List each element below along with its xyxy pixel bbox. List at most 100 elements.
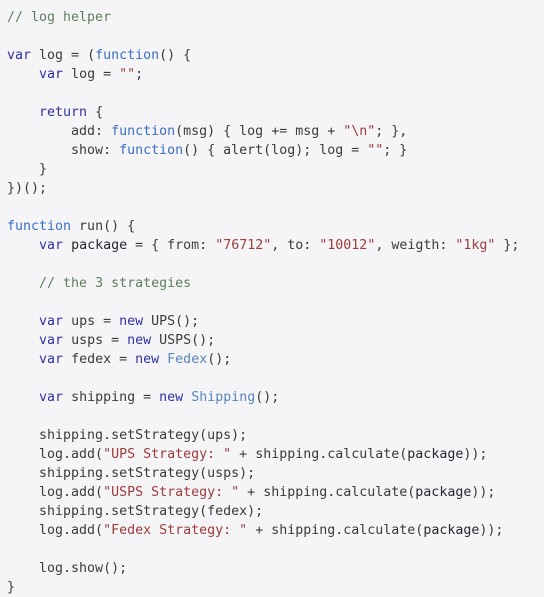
code-token-keyword: return: [39, 105, 88, 120]
code-line: log.show();: [7, 559, 544, 578]
code-line: function run() {: [7, 217, 544, 236]
code-line: }: [7, 578, 544, 597]
code-token-plain: ();: [255, 390, 280, 405]
code-line: shipping.setStrategy(fedex);: [7, 502, 544, 521]
code-token-plain: run() {: [71, 219, 136, 234]
code-token-plain: () { alert(log); log =: [183, 143, 368, 158]
code-token-plain: log = (: [31, 48, 96, 63]
code-token-plain: ; },: [375, 124, 408, 139]
code-token-plain: usps =: [63, 333, 128, 348]
code-line: // the 3 strategies: [7, 274, 544, 293]
code-line: var log = (function() {: [7, 46, 544, 65]
code-token-string: "USPS Strategy: ": [103, 485, 240, 500]
code-token-variable: package: [71, 238, 128, 253]
code-token-plain: = { from:: [127, 238, 216, 253]
code-line: })();: [7, 179, 544, 198]
code-token-plain: shipping.setStrategy(usps);: [7, 466, 256, 481]
code-token-plain: UPS();: [143, 314, 200, 329]
code-token-plain: shipping.setStrategy(fedex);: [7, 504, 264, 519]
code-token-class: Shipping: [191, 390, 256, 405]
code-token-string: "1kg": [455, 238, 496, 253]
code-token-plain: ;: [135, 67, 144, 82]
code-token-plain: + shipping.calculate(: [231, 447, 408, 462]
code-token-plain: ));: [463, 447, 488, 462]
code-line: shipping.setStrategy(usps);: [7, 464, 544, 483]
code-token-string: "Fedex Strategy: ": [103, 523, 248, 538]
code-token-variable: package: [423, 523, 480, 538]
code-token-plain: (msg) { log += msg +: [175, 124, 344, 139]
code-token-plain: log.add(: [7, 485, 104, 500]
code-token-plain: })();: [7, 181, 48, 196]
code-line: log.add("USPS Strategy: " + shipping.cal…: [7, 483, 544, 502]
code-line: log.add("UPS Strategy: " + shipping.calc…: [7, 445, 544, 464]
code-token-string: "10012": [319, 238, 376, 253]
code-token-plain: log =: [63, 67, 120, 82]
code-token-keyword: new: [135, 352, 160, 367]
code-token-plain: ));: [471, 485, 496, 500]
code-token-function: function: [7, 219, 72, 234]
code-line: shipping.setStrategy(ups);: [7, 426, 544, 445]
code-token-string: "": [367, 143, 384, 158]
code-token-plain: ();: [207, 352, 232, 367]
code-token-variable: package: [415, 485, 472, 500]
code-token-function: function: [111, 124, 176, 139]
code-token-keyword: var: [39, 238, 64, 253]
code-listing[interactable]: // log helper var log = (function() { va…: [0, 0, 544, 597]
code-token-plain: }: [7, 580, 16, 595]
code-line: var ups = new UPS();: [7, 312, 544, 331]
code-line: var package = { from: "76712", to: "1001…: [7, 236, 544, 255]
code-token-plain: add:: [7, 124, 112, 139]
code-line: // log helper: [7, 8, 544, 27]
code-token-comment: // log helper: [7, 10, 112, 25]
code-token-string: "\n": [343, 124, 376, 139]
code-token-plain: fedex =: [63, 352, 136, 367]
code-token-plain: }: [7, 162, 48, 177]
code-token-keyword: var: [39, 314, 64, 329]
code-token-plain: log.add(: [7, 523, 104, 538]
code-token-plain: ; }: [383, 143, 408, 158]
code-token-plain: ups =: [63, 314, 120, 329]
code-token-plain: () {: [159, 48, 192, 63]
code-token-keyword: new: [119, 314, 144, 329]
code-token-plain: + shipping.calculate(: [247, 523, 424, 538]
code-token-plain: show:: [7, 143, 120, 158]
code-token-class: Fedex: [167, 352, 208, 367]
code-line: var fedex = new Fedex();: [7, 350, 544, 369]
code-token-comment: // the 3 strategies: [39, 276, 192, 291]
code-line: }: [7, 160, 544, 179]
code-token-keyword: new: [127, 333, 152, 348]
code-token-function: function: [119, 143, 184, 158]
code-token-keyword: new: [159, 390, 184, 405]
code-token-plain: log.show();: [7, 561, 128, 576]
code-token-keyword: var: [39, 67, 64, 82]
code-token-plain: log.add(: [7, 447, 104, 462]
code-token-plain: USPS();: [151, 333, 216, 348]
code-token-string: "UPS Strategy: ": [103, 447, 232, 462]
code-line: add: function(msg) { log += msg + "\n"; …: [7, 122, 544, 141]
code-token-plain: shipping.setStrategy(ups);: [7, 428, 248, 443]
code-token-keyword: var: [39, 352, 64, 367]
code-token-plain: , weigth:: [375, 238, 456, 253]
code-token-plain: + shipping.calculate(: [239, 485, 416, 500]
code-line: log.add("Fedex Strategy: " + shipping.ca…: [7, 521, 544, 540]
code-token-plain: , to:: [271, 238, 320, 253]
code-token-string: "": [119, 67, 136, 82]
code-token-keyword: var: [39, 333, 64, 348]
code-token-keyword: var: [39, 390, 64, 405]
code-token-plain: ));: [479, 523, 504, 538]
code-line: return {: [7, 103, 544, 122]
